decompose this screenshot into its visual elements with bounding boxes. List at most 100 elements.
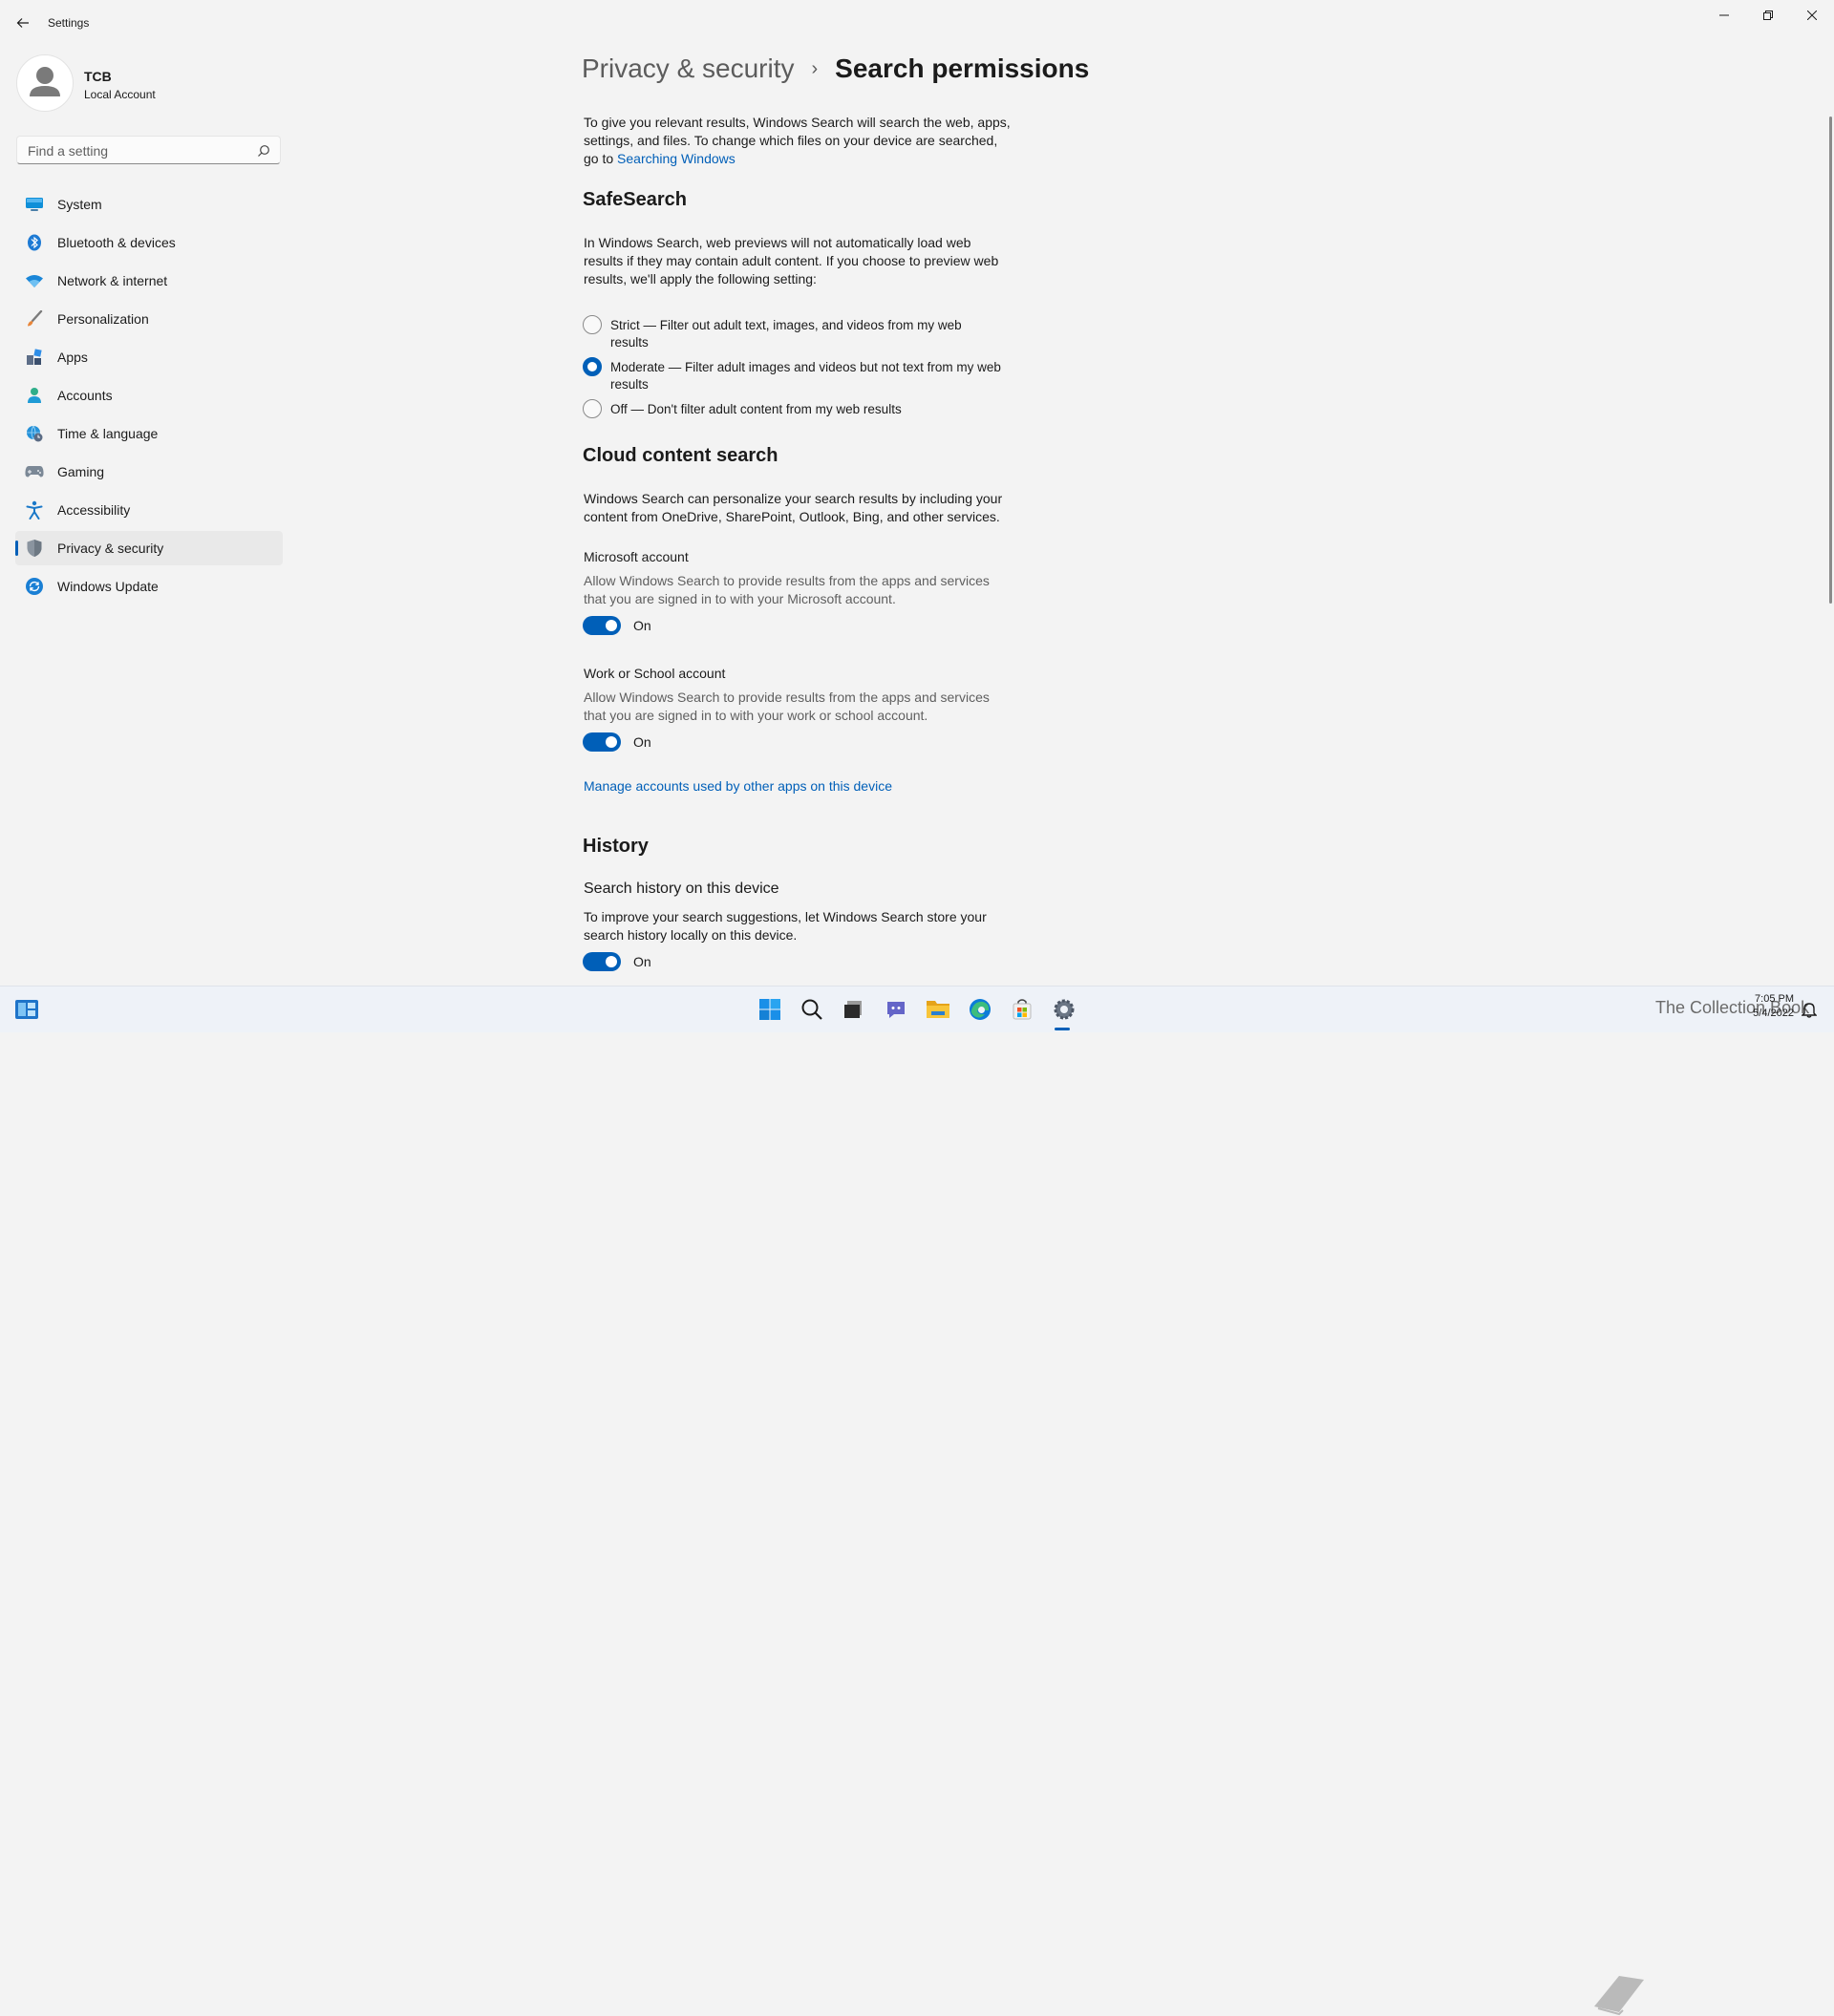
taskbar: The Collection Book 7:05 PM 5/4/2022: [0, 986, 1834, 2016]
chat-icon: [887, 1002, 905, 1018]
sidebar-item-label: Accounts: [57, 388, 113, 403]
sidebar-item-privacy-security[interactable]: Privacy & security: [15, 531, 283, 565]
restore-button[interactable]: [1746, 0, 1790, 31]
back-button[interactable]: [11, 11, 34, 34]
task-view-icon: [844, 1001, 862, 1018]
sidebar-item-accounts[interactable]: Accounts: [15, 378, 283, 413]
sidebar-item-accessibility[interactable]: Accessibility: [15, 493, 283, 527]
account-type: Local Account: [84, 88, 156, 101]
sidebar-item-gaming[interactable]: Gaming: [15, 455, 283, 489]
settings-gear-icon: [1054, 999, 1075, 1020]
sidebar-item-network[interactable]: Network & internet: [15, 264, 283, 298]
settings-search-box[interactable]: [16, 136, 281, 164]
minimize-button[interactable]: [1702, 0, 1746, 31]
sidebar-item-label: Time & language: [57, 426, 159, 441]
microsoft-account-toggle-label: On: [633, 618, 651, 633]
radio-strict[interactable]: [583, 315, 602, 334]
settings-app-button[interactable]: [1051, 996, 1077, 1023]
store-button[interactable]: [1009, 996, 1035, 1023]
radio-off[interactable]: [583, 399, 602, 418]
sidebar-item-label: Windows Update: [57, 579, 159, 594]
sidebar-item-time-language[interactable]: Time & language: [15, 416, 283, 451]
search-history-title: Search history on this device: [584, 881, 779, 897]
sidebar-item-windows-update[interactable]: Windows Update: [15, 569, 283, 604]
safesearch-option-strict[interactable]: Strict — Filter out adult text, images, …: [583, 315, 1003, 351]
sidebar-item-label: System: [57, 197, 102, 212]
cloud-search-description: Windows Search can personalize your sear…: [584, 491, 1003, 524]
searching-windows-link[interactable]: Searching Windows: [617, 151, 736, 166]
sidebar-nav: System Bluetooth & devices Network & int…: [15, 187, 283, 607]
restore-icon: [1763, 11, 1773, 20]
avatar[interactable]: [16, 54, 74, 112]
cloud-search-heading: Cloud content search: [583, 445, 778, 466]
widgets-icon: [15, 1000, 38, 1019]
sidebar-item-label: Network & internet: [57, 273, 168, 288]
safesearch-option-moderate[interactable]: Moderate — Filter adult images and video…: [583, 357, 1003, 393]
start-icon: [759, 999, 780, 1020]
radio-label: Off — Don't filter adult content from my…: [610, 402, 902, 416]
sidebar-item-label: Bluetooth & devices: [57, 235, 176, 250]
gamepad-icon: [25, 463, 44, 480]
user-name: TCB: [84, 69, 112, 84]
accessibility-icon: [25, 500, 44, 520]
user-avatar-icon: [30, 67, 60, 96]
task-view-button[interactable]: [840, 996, 866, 1023]
edge-button[interactable]: [967, 996, 993, 1023]
work-account-toggle-label: On: [633, 734, 651, 750]
toggle-knob: [606, 620, 617, 631]
work-account-title: Work or School account: [584, 666, 726, 681]
breadcrumb-parent[interactable]: Privacy & security: [582, 53, 795, 84]
search-history-description: To improve your search suggestions, let …: [584, 909, 987, 943]
wifi-icon: [25, 272, 44, 289]
taskbar-search-button[interactable]: [799, 996, 825, 1023]
notification-bell-icon: [1802, 1003, 1817, 1018]
radio-moderate[interactable]: [583, 357, 602, 376]
sidebar-item-apps[interactable]: Apps: [15, 340, 283, 374]
store-icon: [1013, 999, 1032, 1020]
sidebar-item-personalization[interactable]: Personalization: [15, 302, 283, 336]
close-button[interactable]: [1790, 0, 1834, 31]
widgets-button[interactable]: [13, 996, 40, 1023]
radio-label: Moderate — Filter adult images and video…: [610, 360, 1001, 392]
radio-label: Strict — Filter out adult text, images, …: [610, 318, 962, 350]
microsoft-account-title: Microsoft account: [584, 549, 689, 564]
brush-icon: [25, 310, 44, 328]
sidebar-item-system[interactable]: System: [15, 187, 283, 222]
safesearch-description: In Windows Search, web previews will not…: [584, 235, 999, 286]
safesearch-option-off[interactable]: Off — Don't filter adult content from my…: [583, 399, 1003, 420]
sidebar-item-label: Apps: [57, 350, 88, 365]
bluetooth-icon: [25, 234, 44, 251]
microsoft-account-description: Allow Windows Search to provide results …: [584, 573, 990, 606]
sidebar-item-label: Accessibility: [57, 502, 131, 518]
search-input[interactable]: [26, 141, 249, 160]
active-app-indicator: [1055, 1028, 1070, 1030]
sidebar-item-bluetooth[interactable]: Bluetooth & devices: [15, 225, 283, 260]
toggle-knob: [606, 736, 617, 748]
search-history-toggle-label: On: [633, 954, 651, 969]
search-history-toggle[interactable]: [583, 952, 621, 971]
work-account-description: Allow Windows Search to provide results …: [584, 690, 990, 723]
search-icon[interactable]: [257, 144, 270, 158]
microsoft-account-toggle[interactable]: [583, 616, 621, 635]
globe-clock-icon: [25, 425, 44, 442]
person-icon: [25, 387, 44, 404]
work-account-toggle[interactable]: [583, 732, 621, 752]
safesearch-heading: SafeSearch: [583, 189, 687, 210]
history-heading: History: [583, 836, 649, 857]
start-button[interactable]: [757, 996, 783, 1023]
breadcrumb-separator: ›: [811, 57, 819, 79]
tray-time: 7:05 PM: [1755, 993, 1794, 1005]
file-explorer-button[interactable]: [925, 996, 951, 1023]
app-title: Settings: [48, 16, 90, 30]
toggle-knob: [606, 956, 617, 967]
manage-accounts-link[interactable]: Manage accounts used by other apps on th…: [584, 777, 1013, 796]
content-scrollbar[interactable]: [1829, 117, 1832, 604]
chat-button[interactable]: [883, 996, 909, 1023]
minimize-icon: [1719, 14, 1729, 16]
close-icon: [1807, 11, 1817, 20]
notifications-button[interactable]: [1796, 996, 1823, 1023]
tray-clock[interactable]: 7:05 PM 5/4/2022: [1738, 992, 1794, 1021]
edge-icon: [970, 999, 991, 1020]
shield-icon: [25, 540, 44, 557]
sidebar-item-label: Personalization: [57, 311, 149, 327]
